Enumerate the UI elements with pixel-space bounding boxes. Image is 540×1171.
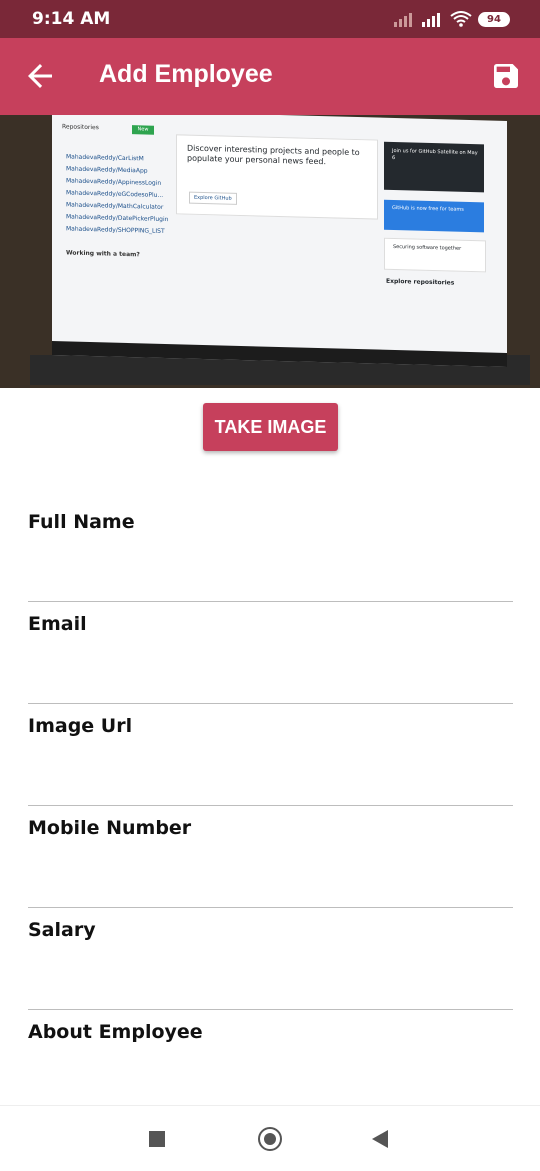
mobile-number-input[interactable]	[28, 855, 517, 885]
arrow-left-icon	[28, 64, 52, 88]
mobile-number-label: Mobile Number	[28, 817, 192, 839]
ss-repositories: Repositories	[62, 123, 99, 132]
image-url-field[interactable]: Image Url	[28, 715, 517, 806]
ss-repo-5: MahadevaReddy/DatePickerPlugin	[66, 213, 169, 224]
floppy-disk-icon	[494, 64, 518, 88]
mobile-number-field[interactable]: Mobile Number	[28, 817, 517, 908]
salary-label: Salary	[28, 919, 96, 941]
full-name-field[interactable]: Full Name	[28, 511, 517, 602]
battery-level: 94	[487, 13, 501, 25]
ss-join: Join us for GitHub Satellite on May 6	[392, 147, 478, 162]
employee-image: Repositories New MahadevaReddy/CarListM …	[0, 115, 540, 388]
ss-repo-2: MahadevaReddy/AppinessLogin	[66, 177, 162, 187]
battery-icon: 94	[478, 11, 510, 27]
image-url-input[interactable]	[28, 753, 517, 783]
ss-new: New	[132, 125, 154, 135]
take-image-button[interactable]: TAKE IMAGE	[203, 403, 338, 451]
image-url-label: Image Url	[28, 715, 133, 737]
ss-repo-3: MahadevaReddy/eGCodesoPlu...	[66, 189, 164, 199]
status-bar: 9:14 AM 94	[0, 0, 540, 38]
status-icons: 94	[394, 10, 510, 28]
email-field[interactable]: Email	[28, 613, 517, 704]
app-bar: Add Employee	[0, 38, 540, 115]
full-name-label: Full Name	[28, 511, 135, 533]
home-icon[interactable]	[258, 1127, 282, 1151]
status-time: 9:14 AM	[32, 9, 111, 29]
about-employee-field[interactable]: About Employee	[28, 1021, 517, 1111]
ss-repo-0: MahadevaReddy/CarListM	[66, 153, 144, 163]
ss-repo-6: MahadevaReddy/SHOPPING_LIST	[66, 225, 165, 235]
back-button[interactable]	[22, 58, 58, 94]
system-nav-bar	[0, 1105, 540, 1171]
save-button[interactable]	[490, 60, 522, 92]
ss-repo-4: MahadevaReddy/MathCalculator	[66, 201, 164, 211]
signal-icon	[394, 13, 412, 27]
laptop-screen: Repositories New MahadevaReddy/CarListM …	[52, 115, 507, 367]
recents-icon[interactable]	[149, 1131, 165, 1147]
ss-free: GitHub is now free for teams	[392, 204, 464, 213]
ss-free-card: GitHub is now free for teams	[384, 199, 484, 233]
ss-working-team: Working with a team?	[66, 249, 140, 259]
page-title: Add Employee	[99, 60, 273, 88]
ss-explore-repos: Explore repositories	[386, 277, 455, 287]
full-name-input[interactable]	[28, 549, 517, 579]
ss-join-card: Join us for GitHub Satellite on May 6	[384, 141, 484, 193]
back-nav-icon[interactable]	[372, 1130, 388, 1148]
about-employee-label: About Employee	[28, 1021, 203, 1043]
ss-discover: Discover interesting projects and people…	[187, 143, 360, 167]
salary-field[interactable]: Salary	[28, 919, 517, 1010]
signal-icon-2	[422, 13, 440, 27]
ss-repo-1: MahadevaReddy/MediaApp	[66, 165, 148, 175]
wifi-icon	[450, 11, 472, 27]
salary-input[interactable]	[28, 957, 517, 987]
ss-securing: Securing software together	[393, 243, 462, 252]
email-label: Email	[28, 613, 87, 635]
ss-securing-card: Securing software together	[384, 237, 486, 273]
email-input[interactable]	[28, 651, 517, 681]
ss-explore: Explore GitHub	[189, 191, 237, 205]
about-employee-input[interactable]	[28, 1059, 517, 1089]
ss-discover-card: Discover interesting projects and people…	[176, 134, 378, 220]
